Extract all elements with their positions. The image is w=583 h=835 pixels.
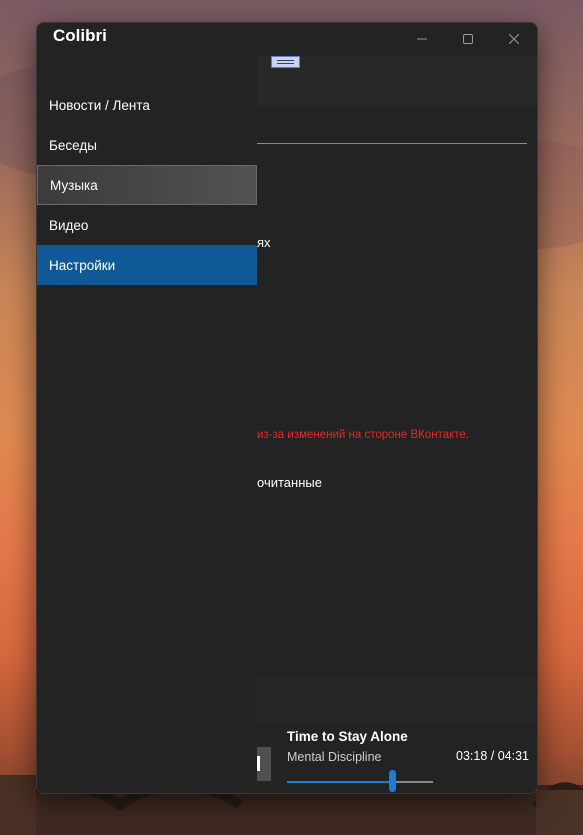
nav-item-label: Музыка (50, 177, 98, 193)
maximize-icon (463, 34, 473, 44)
minimize-button[interactable] (399, 23, 445, 55)
seek-thumb[interactable] (389, 770, 397, 792)
nav-item-label: Беседы (49, 137, 97, 153)
nav-item-video[interactable]: Видео (37, 205, 257, 245)
setting-label-partial: ях (257, 235, 271, 250)
nav-item-label: Новости / Лента (49, 97, 150, 113)
track-artist: Mental Discipline (287, 750, 382, 764)
title-bar[interactable]: Colibri (37, 23, 537, 55)
music-player: Time to Stay Alone Mental Discipline 03:… (257, 675, 537, 793)
nav-item-label: Видео (49, 217, 89, 233)
track-title: Time to Stay Alone (287, 729, 408, 744)
setting-label-partial: очитанные (257, 475, 322, 490)
close-icon (509, 34, 519, 44)
close-button[interactable] (491, 23, 537, 55)
player-band (257, 675, 537, 723)
play-pause-button[interactable] (257, 747, 271, 781)
warning-text: из-за изменений на стороне ВКонтакте. (257, 429, 470, 441)
maximize-button[interactable] (445, 23, 491, 55)
minimize-icon (417, 38, 427, 40)
nav-item-music[interactable]: Музыка (37, 165, 257, 205)
hamburger-icon[interactable] (271, 56, 300, 68)
navigation-pane: Новости / Лента Беседы Музыка Видео Наст… (37, 55, 257, 793)
nav-item-news[interactable]: Новости / Лента (37, 85, 257, 125)
seek-progress (287, 781, 393, 783)
text-input[interactable] (257, 111, 527, 144)
nav-item-label: Настройки (49, 257, 116, 273)
nav-item-settings[interactable]: Настройки (37, 245, 257, 285)
app-title: Colibri (53, 26, 107, 45)
seek-slider[interactable] (287, 770, 433, 792)
nav-item-conversations[interactable]: Беседы (37, 125, 257, 165)
playback-time: 03:18 / 04:31 (456, 749, 529, 763)
settings-content: ях из-за изменений на стороне ВКонтакте.… (37, 55, 537, 793)
app-window: Colibri ях из-за изменений на стороне ВК… (36, 22, 538, 794)
